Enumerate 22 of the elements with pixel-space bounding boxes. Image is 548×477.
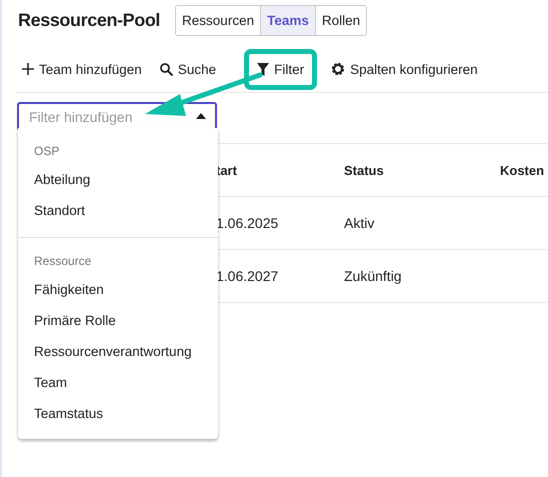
table-cell-text: 1.06.2025 xyxy=(216,215,280,231)
toolbar-button[interactable]: Suche xyxy=(152,58,224,80)
toolbar-button[interactable]: Spalten konfigurieren xyxy=(323,58,486,80)
table-cell-text: 1.06.2027 xyxy=(216,268,280,284)
group-heading: OSP xyxy=(33,143,60,160)
page-title: Ressourcen-Pool xyxy=(18,10,160,31)
toolbar-button[interactable]: Team hinzufügen xyxy=(14,58,150,80)
menu-item[interactable]: Standort xyxy=(18,195,218,226)
toolbar-button[interactable]: Filter xyxy=(244,48,318,90)
menu-item[interactable]: Ressourcenverantwortung xyxy=(18,336,218,367)
table-cell-text: Aktiv xyxy=(344,215,376,231)
column-header: Status xyxy=(344,162,385,178)
menu-item[interactable]: Teamstatus xyxy=(18,398,218,429)
view-tab[interactable]: Teams xyxy=(260,6,315,35)
column-header: Kosten xyxy=(500,162,544,178)
menu-item[interactable]: Primäre Rolle xyxy=(18,305,218,336)
menu-item[interactable]: Team xyxy=(18,367,218,398)
table-cell-text: Zukünftig xyxy=(344,268,403,284)
menu-item[interactable]: Fähigkeiten xyxy=(18,274,218,305)
menu-item[interactable]: Abteilung xyxy=(18,164,218,195)
view-tab[interactable]: Rollen xyxy=(314,6,366,35)
group-heading: Ressource xyxy=(33,253,92,270)
